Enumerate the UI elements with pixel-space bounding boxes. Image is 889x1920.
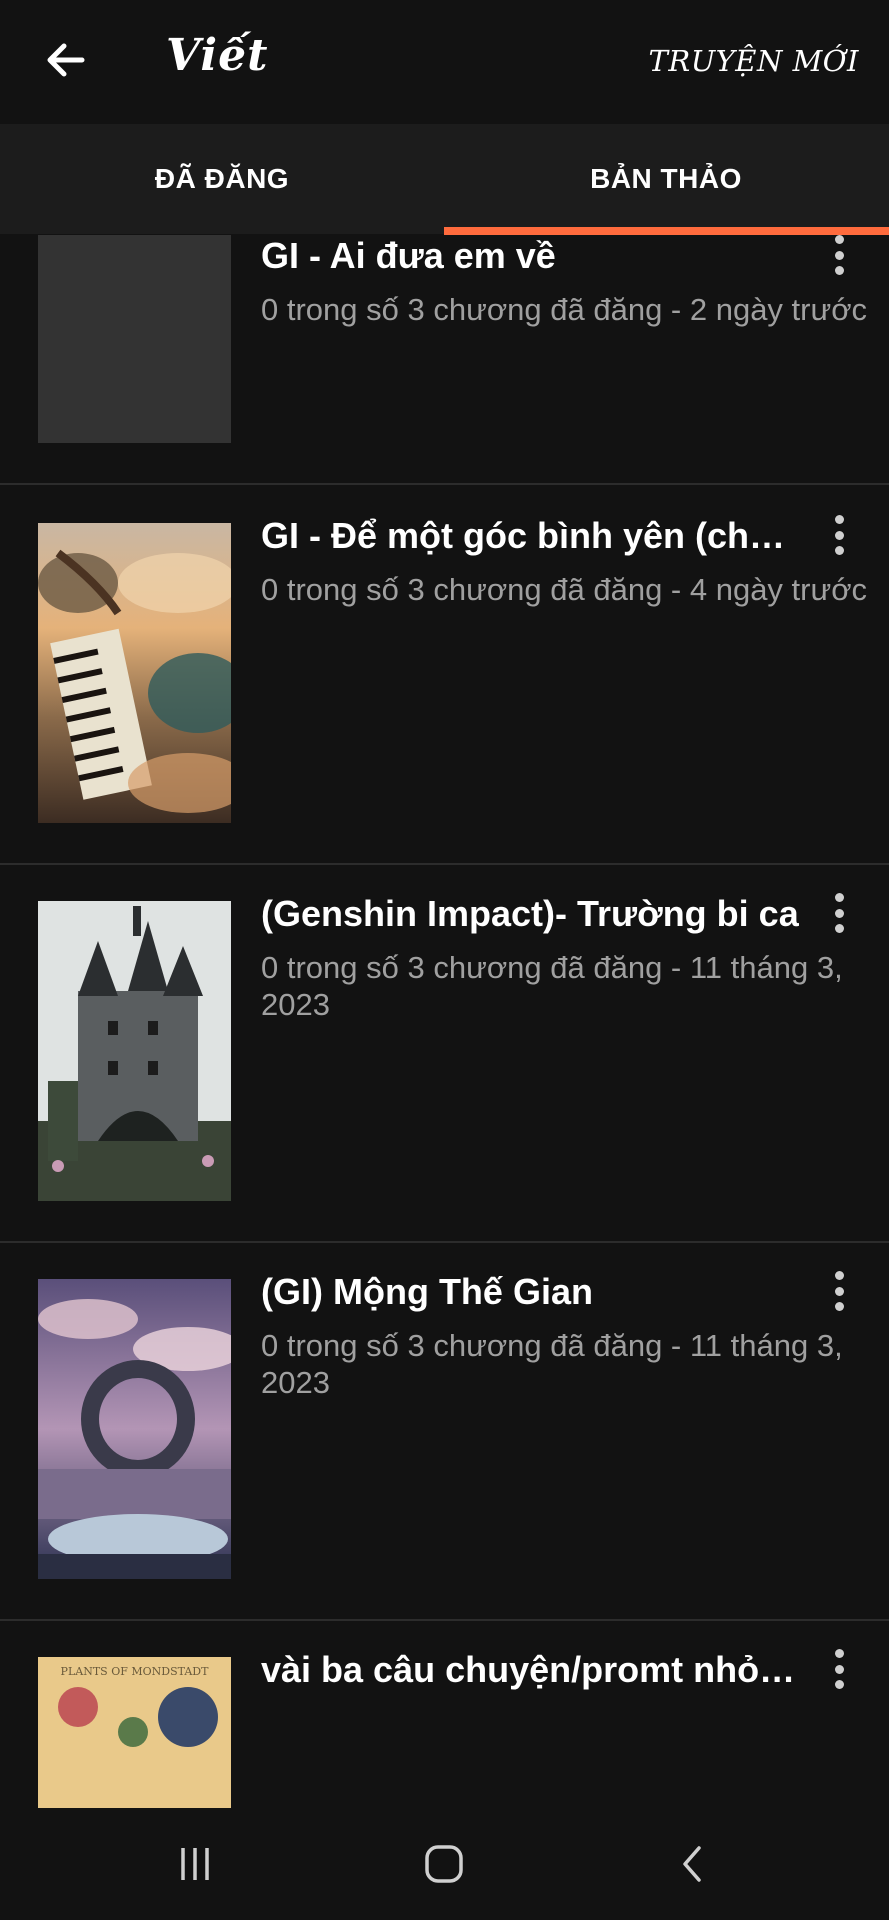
- story-meta: 0 trong số 3 chương đã đăng - 11 tháng 3…: [261, 950, 843, 1022]
- tab-published[interactable]: ĐÃ ĐĂNG: [0, 124, 444, 234]
- app-bar: Viết TRUYỆN MỚI: [0, 0, 889, 124]
- more-options-icon[interactable]: [829, 893, 849, 933]
- story-title: GI - Để một góc bình yên (cho t...: [261, 515, 801, 556]
- story-cover: [38, 235, 231, 443]
- story-cover: [38, 1279, 231, 1579]
- arrow-left-icon: [47, 43, 85, 77]
- home-button[interactable]: [404, 1836, 484, 1892]
- home-icon: [425, 1845, 463, 1883]
- story-title: vài ba câu chuyện/promt nhỏ x...: [261, 1649, 801, 1690]
- story-row[interactable]: (Genshin Impact)- Trường bi ca 0 trong s…: [0, 863, 889, 1243]
- story-cover: [38, 901, 231, 1201]
- story-meta: 0 trong số 3 chương đã đăng - 11 tháng 3…: [261, 1328, 843, 1400]
- story-row[interactable]: GI - Để một góc bình yên (cho t... 0 tro…: [0, 485, 889, 865]
- story-row[interactable]: GI - Ai đưa em về 0 trong số 3 chương đã…: [0, 235, 889, 485]
- recents-button[interactable]: [155, 1836, 235, 1892]
- active-tab-indicator: [444, 227, 889, 235]
- story-cover: [38, 523, 231, 823]
- story-row[interactable]: (GI) Mộng Thế Gian 0 trong số 3 chương đ…: [0, 1241, 889, 1621]
- system-nav-bar: [0, 1808, 889, 1920]
- page-title: Viết: [166, 30, 269, 81]
- back-button[interactable]: [38, 32, 94, 88]
- nav-back-button[interactable]: [653, 1836, 733, 1892]
- more-options-icon[interactable]: [829, 1649, 849, 1689]
- cover-text: PLANTS OF MONDSTADT: [60, 1665, 209, 1678]
- more-options-icon[interactable]: [829, 235, 849, 275]
- story-row[interactable]: PLANTS OF MONDSTADT vài ba câu chuyện/pr…: [0, 1619, 889, 1808]
- story-meta: 0 trong số 3 chương đã đăng - 2 ngày trư…: [261, 292, 868, 327]
- new-story-button[interactable]: TRUYỆN MỚI: [649, 44, 859, 78]
- story-cover: PLANTS OF MONDSTADT: [38, 1657, 231, 1808]
- more-options-icon[interactable]: [829, 515, 849, 555]
- more-options-icon[interactable]: [829, 1271, 849, 1311]
- story-meta: 0 trong số 3 chương đã đăng - 4 ngày trư…: [261, 572, 868, 607]
- story-title: (GI) Mộng Thế Gian: [261, 1271, 593, 1312]
- story-title: GI - Ai đưa em về: [261, 235, 556, 276]
- story-list[interactable]: GI - Ai đưa em về 0 trong số 3 chương đã…: [0, 235, 889, 1808]
- story-title: (Genshin Impact)- Trường bi ca: [261, 893, 799, 934]
- tab-bar: ĐÃ ĐĂNG BẢN THẢO: [0, 124, 889, 234]
- tab-drafts[interactable]: BẢN THẢO: [444, 124, 888, 234]
- recent-apps-icon: [181, 1848, 209, 1880]
- nav-back-icon: [683, 1846, 701, 1882]
